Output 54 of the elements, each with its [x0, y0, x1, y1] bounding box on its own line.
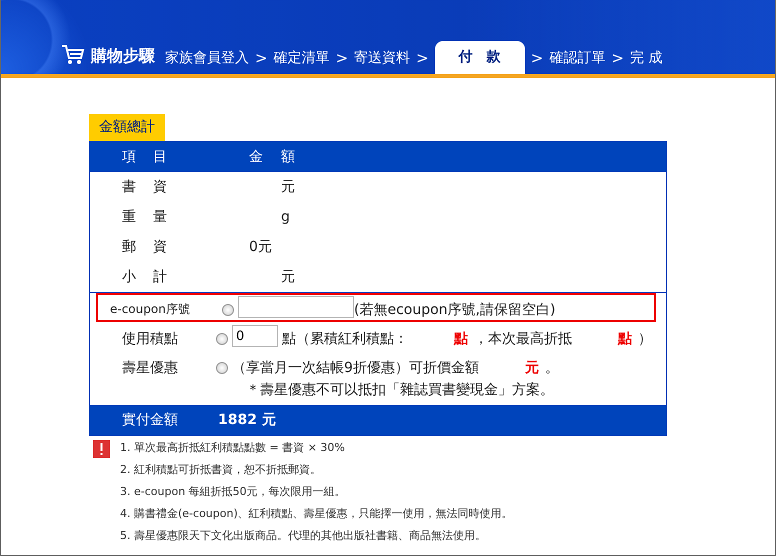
- header-title: 購物步驟: [91, 46, 155, 67]
- option-label: e-coupon序號: [109, 301, 191, 318]
- option-text: 。: [544, 359, 559, 377]
- table-cell-text: 小: [122, 268, 137, 286]
- total-value: 1882 元: [218, 411, 276, 429]
- radio-button[interactable]: [216, 333, 228, 345]
- option-text: (若無ecoupon序號,請保留空白): [354, 301, 556, 319]
- step-separator: >: [255, 49, 268, 67]
- radio-button[interactable]: [222, 304, 234, 316]
- step-tab[interactable]: 付 款: [434, 41, 525, 74]
- highlight-unit: 點: [618, 330, 632, 348]
- option-text: ，本次最高折抵: [474, 330, 572, 348]
- step-separator: >: [530, 49, 544, 67]
- option-text: 點（累積紅利積點：: [282, 330, 408, 348]
- total-label: 實付金額: [122, 411, 179, 429]
- step-tab[interactable]: 完 成: [630, 49, 662, 67]
- table-cell: 0元: [249, 239, 272, 255]
- cart-icon: [61, 44, 85, 66]
- table-cell-text: 計: [153, 268, 168, 286]
- table-cell: 元: [281, 179, 295, 195]
- column-header: 金: [249, 148, 264, 166]
- option-label: 使用積點: [121, 330, 179, 348]
- highlight-unit: 元: [524, 359, 539, 377]
- note-text: 5. 壽星優惠限天下文化出版商品。代理的其他出版社書籍、商品無法使用。: [120, 528, 487, 543]
- input-field[interactable]: 0: [232, 325, 278, 347]
- step-tab[interactable]: 確定清單: [274, 49, 330, 67]
- option-text: ）: [638, 330, 652, 348]
- option-note: ＊壽星優惠不可以抵扣「雜誌買書變現金」方案。: [246, 381, 555, 399]
- table-cell-text: 書: [122, 178, 137, 196]
- table-cell-text: 量: [153, 208, 168, 226]
- highlight-unit: 點: [454, 330, 468, 348]
- table-cell-text: 資: [153, 238, 168, 256]
- step-separator: >: [336, 49, 348, 67]
- step-separator: >: [416, 49, 429, 67]
- column-header: 額: [281, 148, 296, 166]
- table-cell-text: 重: [122, 208, 137, 226]
- input-field[interactable]: [238, 296, 354, 318]
- column-header: 目: [153, 148, 168, 166]
- note-text: 4. 購書禮金(e-coupon)、紅利積點、壽星優惠，只能擇一使用，無法同時使用。: [120, 506, 513, 521]
- table-cell: 元: [281, 269, 295, 285]
- step-separator: >: [611, 49, 624, 67]
- step-tab[interactable]: 寄送資料: [354, 49, 410, 67]
- step-tab[interactable]: 確認訂單: [549, 49, 606, 67]
- note-text: 1. 單次最高折抵紅利積點點數 = 書資 × 30%: [120, 440, 346, 455]
- radio-button[interactable]: [216, 362, 228, 374]
- step-tab[interactable]: 家族會員登入: [165, 49, 249, 67]
- column-header: 項: [122, 148, 137, 166]
- table-cell: g: [281, 209, 290, 225]
- note-text: 2. 紅利積點可折抵書資，恕不折抵郵資。: [120, 462, 322, 477]
- table-cell-text: 資: [153, 178, 168, 196]
- option-text: （享當月一次結帳9折優惠）可折價金額: [232, 359, 479, 377]
- table-cell-text: 郵: [122, 238, 137, 256]
- option-label: 壽星優惠: [121, 359, 179, 377]
- note-text: 3. e-coupon 每組折抵50元，每次限用一組。: [120, 484, 347, 499]
